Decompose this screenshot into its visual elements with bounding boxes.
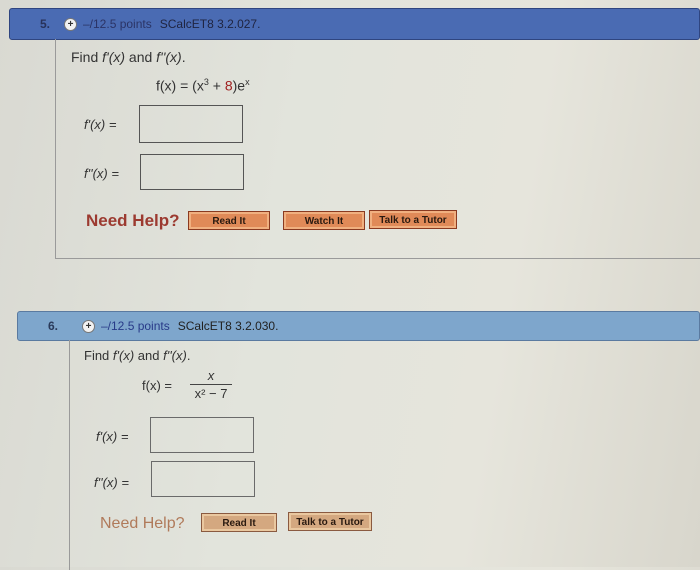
question-points: –/12.5 points (101, 319, 170, 333)
question-6-header: 6. + –/12.5 points SCalcET8 3.2.030. (17, 311, 700, 341)
read-it-button[interactable]: Read It (201, 513, 277, 532)
talk-to-tutor-button[interactable]: Talk to a Tutor (288, 512, 372, 531)
watch-it-button[interactable]: Watch It (283, 211, 365, 230)
formula-part: )e (232, 77, 246, 94)
function-lhs: f(x) = (142, 378, 172, 393)
fprime-input[interactable] (139, 105, 243, 143)
prompt-fprime: f'(x) (102, 49, 126, 65)
question-code: SCalcET8 3.2.027. (159, 17, 261, 31)
prompt-fdoubleprime: f''(x) (163, 348, 187, 363)
fdoubleprime-label: f''(x) = (84, 166, 119, 181)
fraction-denominator: x² − 7 (194, 386, 228, 401)
fdoubleprime-input[interactable] (140, 154, 244, 190)
prompt-text: and (134, 348, 164, 363)
formula-part: + (208, 77, 225, 94)
fdoubleprime-input[interactable] (151, 461, 255, 497)
fraction-bar (190, 384, 232, 385)
function-formula: f(x) = (x3 + 8)ex (156, 77, 250, 94)
fdoubleprime-label: f''(x) = (94, 475, 129, 490)
read-it-button[interactable]: Read It (188, 211, 270, 230)
fprime-label: f'(x) = (96, 429, 129, 444)
fprime-input[interactable] (150, 417, 254, 453)
formula-exponent: x (245, 77, 250, 87)
question-5-header: 5. + –/12.5 points SCalcET8 3.2.027. (9, 8, 700, 40)
prompt-text: . (181, 49, 186, 65)
prompt-fprime: f'(x) (112, 348, 135, 363)
function-fraction: x x² − 7 (190, 368, 232, 401)
formula-constant: 8 (224, 77, 233, 94)
fraction-numerator: x (207, 368, 215, 383)
question-prompt: Find f'(x) and f''(x). (84, 348, 190, 363)
question-code: SCalcET8 3.2.030. (177, 319, 279, 333)
talk-to-tutor-button[interactable]: Talk to a Tutor (369, 210, 457, 229)
prompt-text: . (186, 348, 191, 363)
need-help-label: Need Help? (100, 515, 185, 532)
prompt-text: and (125, 49, 157, 65)
question-6-body: Find f'(x) and f''(x). f(x) = x x² − 7 f… (69, 340, 700, 570)
question-number: 5. (39, 17, 50, 31)
question-points: –/12.5 points (83, 17, 152, 31)
expand-plus-icon[interactable]: + (64, 17, 77, 31)
expand-plus-icon[interactable]: + (82, 319, 95, 333)
question-prompt: Find f'(x) and f''(x). (71, 49, 186, 65)
prompt-text: Find (71, 49, 103, 65)
fprime-label: f'(x) = (84, 117, 117, 132)
question-5-body: Find f'(x) and f''(x). f(x) = (x3 + 8)ex… (55, 39, 700, 259)
prompt-text: Find (84, 348, 113, 363)
formula-part: f(x) = (x (156, 77, 204, 94)
need-help-label: Need Help? (86, 211, 180, 230)
question-number: 6. (47, 319, 58, 333)
prompt-fdoubleprime: f''(x) (156, 49, 182, 65)
